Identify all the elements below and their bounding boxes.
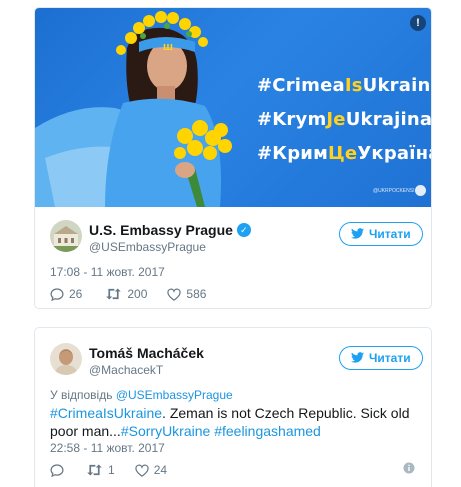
reply-prefix: У відповідь xyxy=(50,388,113,402)
hashtag-link-sorryukraine[interactable]: #SorryUkraine xyxy=(121,423,210,439)
tweet-actions: 26 200 586 xyxy=(50,287,206,301)
author-handle[interactable]: @MachacekT xyxy=(89,363,163,377)
heart-icon xyxy=(167,288,182,301)
like-action[interactable]: 24 xyxy=(135,463,167,477)
follow-label: Читати xyxy=(369,227,411,241)
hashtag-link-feelingashamed[interactable]: #feelingashamed xyxy=(214,423,321,439)
twitter-bird-icon xyxy=(351,227,364,241)
retweet-count: 200 xyxy=(127,287,148,301)
reply-context: У відповідь @USEmbassyPrague xyxy=(50,388,233,402)
tweet-image[interactable]: Ш #CrimeaIsUkraine #KrymJeUkrajin xyxy=(35,8,431,207)
svg-text:Ш: Ш xyxy=(163,43,173,52)
retweet-action[interactable]: 1 xyxy=(86,463,115,477)
follow-button[interactable]: Читати xyxy=(339,222,423,246)
like-action[interactable]: 586 xyxy=(167,287,206,301)
tweet-text: #CrimeaIsUkraine. Zeman is not Czech Rep… xyxy=(50,404,420,440)
reply-icon xyxy=(50,463,64,477)
like-count: 24 xyxy=(153,463,168,477)
watermark-logo-icon xyxy=(415,185,426,196)
heart-icon xyxy=(135,464,149,477)
twitter-bird-icon xyxy=(351,351,364,365)
author-name[interactable]: Tomáš Macháček xyxy=(89,345,204,361)
info-icon[interactable] xyxy=(403,462,415,474)
retweet-icon xyxy=(106,288,122,300)
info-badge-icon[interactable]: ! xyxy=(410,15,426,31)
hashtag-krym-je-ukrajina: #KrymJeUkrajina xyxy=(257,109,431,130)
reply-count: 26 xyxy=(69,287,83,301)
retweet-icon xyxy=(87,464,102,476)
tweet-timestamp[interactable]: 17:08 - 11 жовт. 2017 xyxy=(50,265,165,279)
verified-badge-icon: ✓ xyxy=(236,223,251,237)
reply-icon xyxy=(50,287,64,301)
tweet-actions: 1 24 xyxy=(50,463,167,477)
woman-portrait-illustration: Ш xyxy=(35,11,232,207)
author-name-line[interactable]: U.S. Embassy Prague ✓ xyxy=(89,222,251,238)
reply-action[interactable] xyxy=(50,463,69,477)
avatar[interactable] xyxy=(50,343,82,375)
like-count: 586 xyxy=(186,287,207,301)
reply-mention-link[interactable]: @USEmbassyPrague xyxy=(116,388,233,402)
follow-button[interactable]: Читати xyxy=(339,346,423,370)
embedded-tweet-2: Tomáš Macháček @MachacekT Читати У відпо… xyxy=(34,327,432,487)
author-handle[interactable]: @USEmbassyPrague xyxy=(89,240,206,254)
tweet-timestamp[interactable]: 22:58 - 11 жовт. 2017 xyxy=(50,441,165,455)
retweet-action[interactable]: 200 xyxy=(105,287,147,301)
author-name[interactable]: U.S. Embassy Prague xyxy=(89,222,233,238)
user-photo-icon xyxy=(50,343,82,375)
reply-action[interactable]: 26 xyxy=(50,287,82,301)
hashtag-link-crimeaisukraine[interactable]: #CrimeaIsUkraine xyxy=(50,405,162,421)
hashtag-crimea-is-ukraine: #CrimeaIsUkraine xyxy=(257,75,431,96)
avatar[interactable] xyxy=(50,220,82,252)
image-watermark: @UKRPOCKENSI xyxy=(373,188,415,194)
retweet-count: 1 xyxy=(108,463,115,477)
embassy-building-icon xyxy=(50,220,82,252)
embedded-tweet-1: Ш #CrimeaIsUkraine #KrymJeUkrajin xyxy=(34,7,432,309)
hashtag-krym-tse-ukraina: #КримЦеУкраїна xyxy=(257,143,431,164)
follow-label: Читати xyxy=(369,351,411,365)
author-name-line[interactable]: Tomáš Macháček xyxy=(89,345,204,361)
